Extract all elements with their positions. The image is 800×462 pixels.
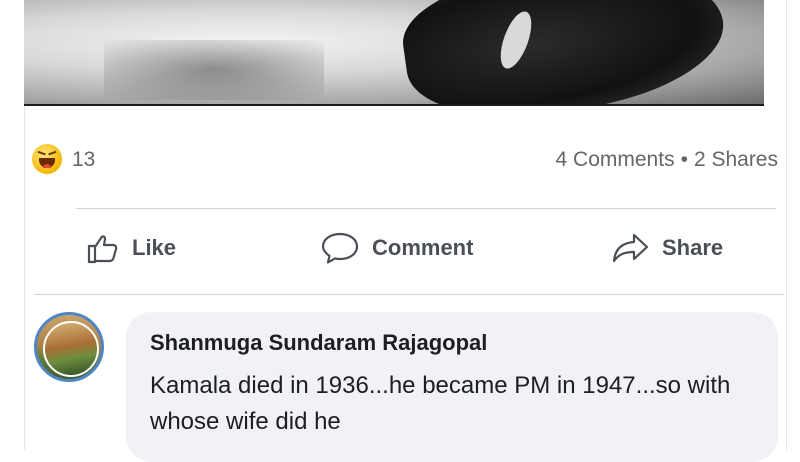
comment-button[interactable]: Comment	[320, 226, 473, 270]
share-button[interactable]: Share	[610, 226, 723, 270]
thumbs-up-icon	[87, 235, 118, 264]
comment-text: Kamala died in 1936...he became PM in 19…	[150, 372, 731, 435]
post-border-right	[786, 0, 787, 450]
speech-bubble-icon	[321, 232, 359, 264]
reaction-count[interactable]: 13	[72, 148, 95, 172]
haha-emoji-icon[interactable]	[32, 144, 62, 174]
share-label: Share	[662, 235, 724, 260]
commenter-avatar[interactable]	[34, 312, 104, 382]
post-actions: Like Comment Share	[24, 222, 784, 276]
comment-label: Comment	[372, 235, 474, 260]
post-photo[interactable]	[24, 0, 764, 106]
shares-count-link[interactable]: 2 Shares	[694, 148, 778, 172]
post-stats: 4 Comments • 2 Shares	[556, 148, 778, 172]
share-arrow-icon	[612, 233, 649, 263]
divider	[76, 208, 776, 209]
reactions-bar: 13 4 Comments • 2 Shares	[28, 140, 780, 182]
comments-count-link[interactable]: 4 Comments	[556, 148, 675, 172]
stats-separator: •	[680, 148, 688, 171]
like-label: Like	[132, 235, 177, 260]
divider	[34, 294, 784, 295]
comment-author-name[interactable]: Shanmuga Sundaram Rajagopal	[150, 330, 487, 356]
comment-bubble: Shanmuga Sundaram Rajagopal Kamala died …	[126, 312, 778, 462]
facebook-post: 13 4 Comments • 2 Shares Like Comment Sh	[0, 0, 800, 462]
like-button[interactable]: Like	[86, 226, 176, 270]
